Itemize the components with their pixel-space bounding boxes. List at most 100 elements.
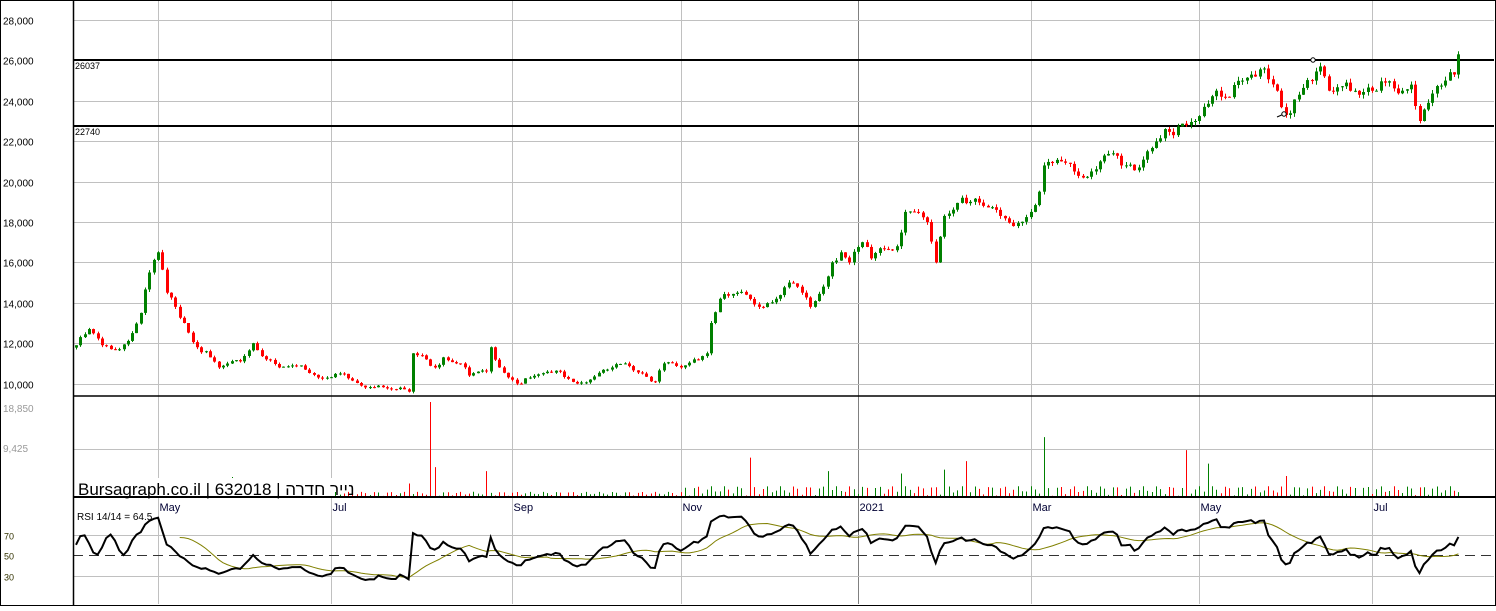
candle-up [300,365,303,367]
candle-up [814,301,817,307]
candle-up [442,357,445,365]
candle-down [930,222,933,242]
candle-down [192,332,195,343]
candle-up [1125,165,1128,167]
candle-up [399,387,402,390]
candle-up [131,333,134,341]
candle-up [1099,161,1102,170]
candle-up [326,377,329,379]
candle-up [1164,129,1167,139]
candle-up [740,291,743,293]
candle-up [472,373,475,376]
candle-down [403,387,406,390]
candle-down [265,356,268,360]
candle-up [1043,165,1046,192]
candle-down [308,369,311,374]
candle-up [766,303,769,308]
candle-down [451,360,454,363]
candle-up [667,362,670,364]
candle-up [1203,106,1206,117]
candle-up [1388,81,1391,83]
candle-up [1315,71,1318,81]
candle-up [1056,159,1059,164]
candle-up [1367,87,1370,93]
candle-up [529,377,532,379]
candle-down [1419,106,1422,121]
candle-up [135,323,138,334]
candle-up [580,382,583,384]
candle-up [1345,82,1348,87]
candle-up [369,387,372,389]
candle-down [745,291,748,295]
candle-up [1336,87,1339,92]
candle-up [1198,116,1201,121]
candle-down [1073,163,1076,172]
candle-up [943,215,946,237]
candle-down [1077,171,1080,176]
candle-up [1177,126,1180,136]
candle-down [654,381,657,383]
low-marker [1281,111,1287,117]
candle-up [235,360,238,362]
candle-up [861,242,864,248]
candle-up [939,236,942,263]
x-axis-label: Jul [1374,502,1388,514]
candle-down [1185,123,1188,126]
x-axis-label: Nov [683,502,703,514]
candle-down [92,329,95,334]
candle-up [1112,153,1115,155]
candle-down [965,197,968,204]
price-tick-label: 16,000 [3,259,34,270]
candle-up [589,379,592,383]
candle-down [364,385,367,388]
candle-down [351,378,354,381]
candle-down [1004,215,1007,219]
candle-up [1298,94,1301,100]
candle-up [1427,102,1430,110]
candle-down [1120,155,1123,166]
candle-up [75,345,78,348]
candle-up [835,260,838,263]
candle-up [490,347,493,372]
candle-up [723,294,726,299]
candle-down [1172,131,1175,136]
candle-down [1371,87,1374,91]
candle-up [909,211,912,213]
candle-down [866,242,869,247]
candle-down [317,374,320,378]
candle-up [688,362,691,366]
candle-down [792,282,795,284]
candle-up [1410,84,1413,90]
candle-down [1267,68,1270,80]
candle-down [278,363,281,368]
candle-down [680,365,683,368]
candle-down [848,257,851,263]
candle-up [1406,89,1409,91]
candle-up [853,251,856,263]
candle-down [641,372,644,374]
candle-up [127,340,130,345]
candle-down [321,377,324,379]
candle-up [900,232,903,247]
candle-down [97,333,100,339]
candle-down [183,317,186,323]
candle-up [533,375,536,378]
candle-up [779,295,782,299]
candle-up [339,373,342,375]
candle-up [1362,92,1365,95]
candle-up [123,344,126,350]
candle-up [79,337,82,346]
candle-down [209,351,212,358]
candle-up [602,369,605,373]
price-tick-label: 10,000 [3,381,34,392]
candle-up [118,349,121,351]
candle-up [1293,99,1296,114]
price-tick-label: 24,000 [3,98,34,109]
watermark: Bursagraph.co.il | 632018 | נייר חדרה [76,478,355,499]
candle-down [170,292,173,298]
candle-down [1012,222,1015,227]
rsi-tick-label: 50 [4,552,14,562]
price-tick-label: 14,000 [3,300,34,311]
candle-up [1289,113,1292,115]
candle-down [494,347,497,360]
